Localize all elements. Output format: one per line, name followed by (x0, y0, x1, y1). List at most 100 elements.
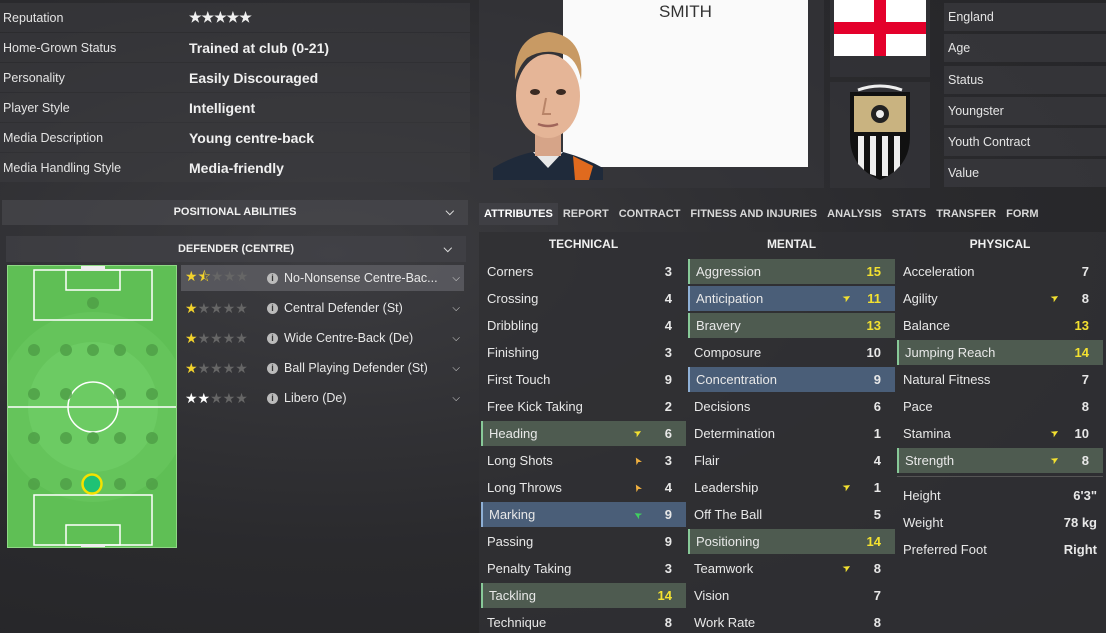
attribute-row[interactable]: Marking 9 ➤ (481, 502, 686, 527)
attribute-value: Right (1063, 542, 1097, 557)
nationality-flag-box[interactable] (830, 0, 930, 77)
attribute-value: 1 (873, 480, 881, 495)
attribute-row[interactable]: Bravery 13 (688, 313, 895, 338)
tab-report[interactable]: REPORT (558, 203, 614, 225)
attribute-row[interactable]: Corners 3 (481, 259, 686, 284)
attribute-row[interactable]: Composure 10 (688, 340, 895, 365)
role-item[interactable]: ★★★★★ i Libero (De) ⌵ (181, 385, 464, 411)
attribute-row[interactable]: Work Rate 8 (688, 610, 895, 633)
attribute-row[interactable]: Flair 4 (688, 448, 895, 473)
trend-arrow-icon: ➤ (1048, 453, 1062, 468)
attribute-name: Off The Ball (694, 507, 763, 522)
attribute-name: Long Shots (487, 453, 553, 468)
attribute-value: 13 (1074, 318, 1089, 333)
attribute-row[interactable]: Tackling 14 (481, 583, 686, 608)
attribute-name: Concentration (696, 372, 777, 387)
attribute-row[interactable]: Weight 78 kg (897, 510, 1103, 535)
player-profile-screen: Reputation ★★★★★ Home-Grown Status Trained… (0, 0, 1106, 633)
attribute-row[interactable]: Free Kick Taking 2 (481, 394, 686, 419)
info-icon[interactable]: i (267, 302, 278, 314)
role-item[interactable]: ★★★★★ i Wide Centre-Back (De) ⌵ (181, 325, 464, 351)
attribute-name: Corners (487, 264, 534, 279)
attribute-value: 3 (664, 453, 672, 468)
role-item[interactable]: ★★★★★ i Central Defender (St) ⌵ (181, 295, 464, 321)
attribute-value: 2 (664, 399, 672, 414)
attribute-row[interactable]: Acceleration 7 (897, 259, 1103, 284)
attribute-row[interactable]: Long Throws 4 ➤ (481, 475, 686, 500)
attribute-row[interactable]: Passing 9 (481, 529, 686, 554)
attribute-row[interactable]: Technique 8 (481, 610, 686, 633)
attribute-row[interactable]: Teamwork 8 ➤ (688, 556, 895, 581)
attribute-name: Teamwork (694, 561, 754, 576)
tab-contract[interactable]: CONTRACT (614, 203, 686, 225)
attribute-row[interactable]: Stamina 10 ➤ (897, 421, 1103, 446)
attribute-row[interactable]: Decisions 6 (688, 394, 895, 419)
tab-form[interactable]: FORM (1001, 203, 1043, 225)
tab-fitness-injuries[interactable]: FITNESS AND INJURIES (685, 203, 822, 225)
attribute-row[interactable]: Aggression 15 (688, 259, 895, 284)
attribute-row[interactable]: Pace 8 (897, 394, 1103, 419)
club-crest-box[interactable] (830, 82, 930, 188)
attribute-row[interactable]: Natural Fitness 7 (897, 367, 1103, 392)
info-row-media-handling: Media Handling Style Media-friendly (0, 153, 470, 182)
attribute-value: 11 (867, 291, 881, 306)
attribute-row[interactable]: Jumping Reach 14 (897, 340, 1103, 365)
trend-arrow-icon: ➤ (630, 454, 645, 467)
info-icon[interactable]: i (267, 362, 278, 374)
info-row-player-style: Player Style Intelligent (0, 93, 470, 122)
tab-attributes[interactable]: ATTRIBUTES (479, 203, 558, 225)
attribute-row[interactable]: Off The Ball 5 (688, 502, 895, 527)
attribute-name: Composure (694, 345, 762, 360)
trend-arrow-icon: ➤ (630, 481, 645, 494)
attribute-row[interactable]: Leadership 1 ➤ (688, 475, 895, 500)
attribute-row[interactable]: Anticipation 11 ➤ (688, 286, 895, 311)
player-photo (493, 32, 603, 180)
info-icon[interactable]: i (267, 392, 278, 404)
attribute-value: 4 (664, 318, 672, 333)
attribute-row[interactable]: Heading 6 ➤ (481, 421, 686, 446)
attribute-row[interactable]: Concentration 9 (688, 367, 895, 392)
role-item[interactable]: ★⯪★★★ i No-Nonsense Centre-Bac... ⌵ (181, 265, 464, 291)
role-name: Wide Centre-Back (De) (284, 331, 414, 345)
attribute-row[interactable]: Balance 13 (897, 313, 1103, 338)
role-item[interactable]: ★★★★★ i Ball Playing Defender (St) ⌵ (181, 355, 464, 381)
attribute-name: Preferred Foot (903, 542, 987, 557)
info-value: Trained at club (0-21) (189, 39, 330, 56)
positional-abilities-header[interactable]: POSITIONAL ABILITIES ⌵ (2, 200, 468, 225)
trend-arrow-icon: ➤ (631, 426, 645, 441)
player-portrait-panel: SMITH (479, 0, 824, 188)
tab-stats[interactable]: STATS (887, 203, 931, 225)
attribute-row[interactable]: Finishing 3 (481, 340, 686, 365)
attribute-row[interactable]: Agility 8 ➤ (897, 286, 1103, 311)
role-name: Central Defender (St) (284, 301, 403, 315)
chevron-down-icon: ⌵ (443, 243, 452, 255)
attribute-row[interactable]: Long Shots 3 ➤ (481, 448, 686, 473)
attribute-name: Free Kick Taking (487, 399, 583, 414)
info-icon[interactable]: i (267, 332, 278, 344)
attribute-row[interactable]: Vision 7 (688, 583, 895, 608)
nationality-row: England (944, 3, 1106, 31)
attribute-row[interactable]: Preferred Foot Right (897, 537, 1103, 562)
attribute-row[interactable]: Penalty Taking 3 (481, 556, 686, 581)
attribute-row[interactable]: Determination 1 (688, 421, 895, 446)
attribute-row[interactable]: Strength 8 ➤ (897, 448, 1103, 473)
attribute-name: Weight (903, 515, 944, 530)
attribute-name: Anticipation (696, 291, 764, 306)
role-stars: ★★★★★ (185, 359, 248, 376)
position-selector[interactable]: DEFENDER (CENTRE) ⌵ (6, 236, 466, 262)
player-info-panel: Reputation ★★★★★ Home-Grown Status Trained… (0, 0, 470, 193)
attribute-name: Passing (487, 534, 534, 549)
attribute-name: Natural Fitness (903, 372, 991, 387)
attribute-name: Leadership (694, 480, 759, 495)
attribute-row[interactable]: Positioning 14 (688, 529, 895, 554)
attribute-value: 10 (866, 345, 881, 360)
attribute-row[interactable]: First Touch 9 (481, 367, 686, 392)
info-label: Player Style (3, 100, 70, 115)
tab-analysis[interactable]: ANALYSIS (822, 203, 887, 225)
info-icon[interactable]: i (267, 272, 278, 284)
attribute-row[interactable]: Height 6'3" (897, 483, 1103, 508)
attribute-row[interactable]: Crossing 4 (481, 286, 686, 311)
tab-transfer[interactable]: TRANSFER (931, 203, 1001, 225)
attribute-row[interactable]: Dribbling 4 (481, 313, 686, 338)
attribute-name: Strength (905, 453, 955, 468)
